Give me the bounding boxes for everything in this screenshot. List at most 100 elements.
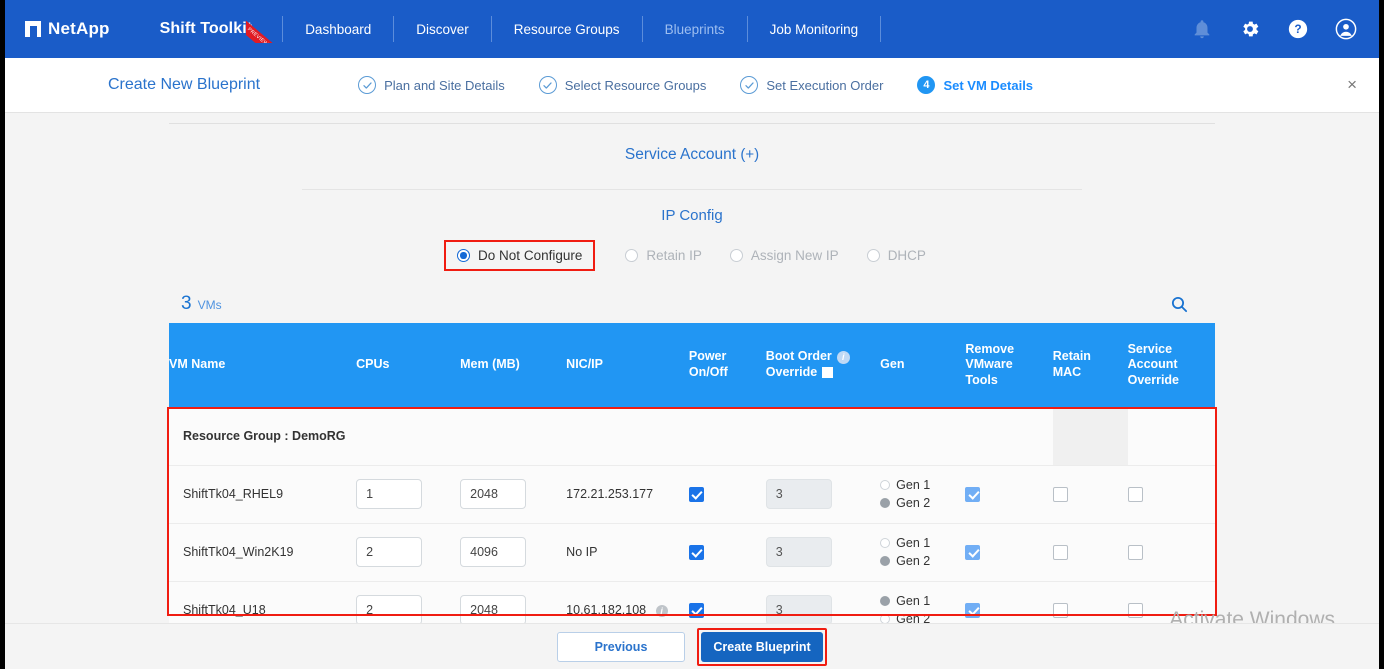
cpus-input[interactable]	[356, 537, 423, 567]
gen1-label: Gen 1	[896, 478, 931, 492]
brand-title: Shift Toolkit	[159, 20, 253, 37]
wizard-step-label: Set Execution Order	[766, 77, 884, 93]
retain-mac-checkbox[interactable]	[1052, 602, 1068, 618]
cell-nic-ip: 172.21.253.177	[566, 465, 689, 524]
column-header-remove-vmware-tools[interactable]: Remove VMware Tools	[965, 323, 1053, 407]
column-header-nic-ip[interactable]: NIC/IP	[566, 323, 689, 407]
column-header-boot-order-override[interactable]: Boot Order i Override	[765, 323, 881, 407]
column-header-cpus[interactable]: CPUs	[356, 323, 461, 407]
product-brand[interactable]: Shift Toolkit PREVIEW	[159, 19, 278, 43]
annotation-box-create-button: Create Blueprint	[697, 627, 827, 666]
override-all-checkbox[interactable]	[822, 367, 834, 379]
ip-option-label: Do Not Configure	[478, 248, 583, 263]
boot-order-text: Boot Order	[765, 349, 832, 364]
wizard-step-label: Plan and Site Details	[384, 77, 505, 93]
ip-option-assign-new-ip[interactable]: Assign New IP	[716, 243, 853, 268]
boot-order-input[interactable]	[765, 479, 832, 509]
gen2-option[interactable]: Gen 2	[880, 496, 965, 510]
nav-item-dashboard[interactable]: Dashboard	[283, 22, 393, 37]
create-blueprint-button[interactable]: Create Blueprint	[701, 631, 823, 662]
retain-mac-checkbox[interactable]	[1052, 544, 1068, 560]
service-account-override-checkbox[interactable]	[1127, 486, 1143, 502]
column-header-mem[interactable]: Mem (MB)	[460, 323, 567, 407]
column-header-vm-name[interactable]: VM Name	[169, 323, 357, 407]
wizard-header: Create New Blueprint Plan and Site Detai…	[5, 58, 1379, 113]
ip-option-dhcp[interactable]: DHCP	[853, 243, 940, 268]
column-header-power-on-off[interactable]: Power On/Off	[688, 323, 766, 407]
memory-input[interactable]	[460, 595, 527, 625]
power-on-off-checkbox[interactable]	[688, 544, 704, 560]
ip-config-options: Do Not Configure Retain IP Assign New IP…	[5, 240, 1379, 271]
radio-indicator	[880, 498, 891, 508]
wizard-step-set-vm-details[interactable]: 4 Set VM Details	[917, 76, 1033, 94]
remove-vmware-tools-checkbox[interactable]	[965, 544, 981, 560]
previous-button[interactable]: Previous	[557, 631, 685, 662]
info-icon[interactable]: i	[836, 350, 850, 364]
gen1-label: Gen 1	[896, 536, 931, 550]
search-icon[interactable]	[1170, 295, 1189, 314]
boot-order-input[interactable]	[765, 595, 832, 625]
wizard-steps: Plan and Site Details Select Resource Gr…	[358, 76, 1033, 94]
nav-item-job-monitoring[interactable]: Job Monitoring	[748, 22, 881, 37]
account-icon[interactable]	[1335, 18, 1357, 40]
ip-config-section-title: IP Config	[661, 207, 723, 224]
power-on-off-checkbox[interactable]	[688, 602, 704, 618]
column-header-gen[interactable]: Gen	[880, 323, 966, 407]
radio-indicator	[457, 249, 471, 262]
memory-input[interactable]	[460, 537, 527, 567]
netapp-logo[interactable]: NetApp	[25, 19, 110, 39]
retain-mac-checkbox[interactable]	[1052, 486, 1068, 502]
cell-remove-vmware-tools	[965, 465, 1053, 524]
vm-count: 3 VMs	[181, 293, 222, 315]
power-on-off-checkbox[interactable]	[688, 486, 704, 502]
remove-vmware-tools-checkbox[interactable]	[965, 602, 981, 618]
wizard-step-label: Select Resource Groups	[564, 77, 707, 93]
gen1-option[interactable]: Gen 1	[880, 594, 965, 608]
help-icon[interactable]: ?	[1287, 18, 1309, 40]
ip-option-do-not-configure[interactable]: Do Not Configure	[444, 240, 596, 271]
column-header-service-account-override[interactable]: Service Account Override	[1127, 323, 1215, 407]
radio-indicator	[729, 249, 743, 262]
wizard-step-set-execution-order[interactable]: Set Execution Order	[740, 76, 883, 94]
cell-boot-order	[765, 465, 881, 524]
bell-icon[interactable]	[1191, 18, 1213, 40]
cell-vm-name: ShiftTk04_Win2K19	[169, 523, 357, 582]
preview-ribbon-icon: PREVIEW	[246, 17, 286, 43]
cell-power-on-off	[688, 465, 766, 524]
gear-icon[interactable]	[1239, 18, 1261, 40]
gen2-option[interactable]: Gen 2	[880, 554, 965, 568]
gen1-option[interactable]: Gen 1	[880, 478, 965, 492]
column-header-retain-mac[interactable]: Retain MAC	[1052, 323, 1128, 407]
nav-item-blueprints[interactable]: Blueprints	[643, 22, 747, 37]
service-account-override-checkbox[interactable]	[1127, 544, 1143, 560]
vm-count-number: 3	[181, 293, 192, 314]
table-row: ShiftTk04_RHEL9 172.21.253.177	[169, 465, 1215, 524]
ip-option-retain-ip[interactable]: Retain IP	[611, 243, 716, 268]
app-window: NetApp Shift Toolkit PREVIEW Dashboard D…	[0, 0, 1384, 669]
remove-vmware-tools-checkbox[interactable]	[965, 486, 981, 502]
close-icon[interactable]: ×	[1347, 76, 1357, 93]
cell-boot-order	[765, 523, 881, 582]
nav-item-resource-groups[interactable]: Resource Groups	[492, 22, 642, 37]
cell-cpus	[356, 523, 461, 582]
cell-gen: Gen 1 Gen 2	[880, 523, 966, 582]
nav-item-discover[interactable]: Discover	[394, 22, 491, 37]
cpus-input[interactable]	[356, 479, 423, 509]
override-text: Override	[765, 365, 818, 379]
wizard-step-plan-and-site-details[interactable]: Plan and Site Details	[358, 76, 505, 94]
gen-radio-group: Gen 1 Gen 2	[880, 594, 965, 626]
cpus-input[interactable]	[356, 595, 423, 625]
memory-input[interactable]	[460, 479, 527, 509]
preview-ribbon-label: PREVIEW	[246, 19, 278, 43]
radio-indicator	[625, 249, 639, 262]
gen1-option[interactable]: Gen 1	[880, 536, 965, 550]
info-icon[interactable]: i	[655, 604, 668, 617]
radio-indicator	[880, 596, 891, 606]
boot-order-input[interactable]	[765, 537, 832, 567]
check-circle-icon	[358, 76, 377, 94]
nav-items: Dashboard Discover Resource Groups Bluep…	[283, 16, 882, 42]
content-top-divider	[169, 123, 1215, 124]
wizard-step-select-resource-groups[interactable]: Select Resource Groups	[538, 76, 707, 94]
add-service-account-icon[interactable]: (+)	[740, 146, 759, 163]
service-account-override-checkbox[interactable]	[1127, 602, 1143, 618]
